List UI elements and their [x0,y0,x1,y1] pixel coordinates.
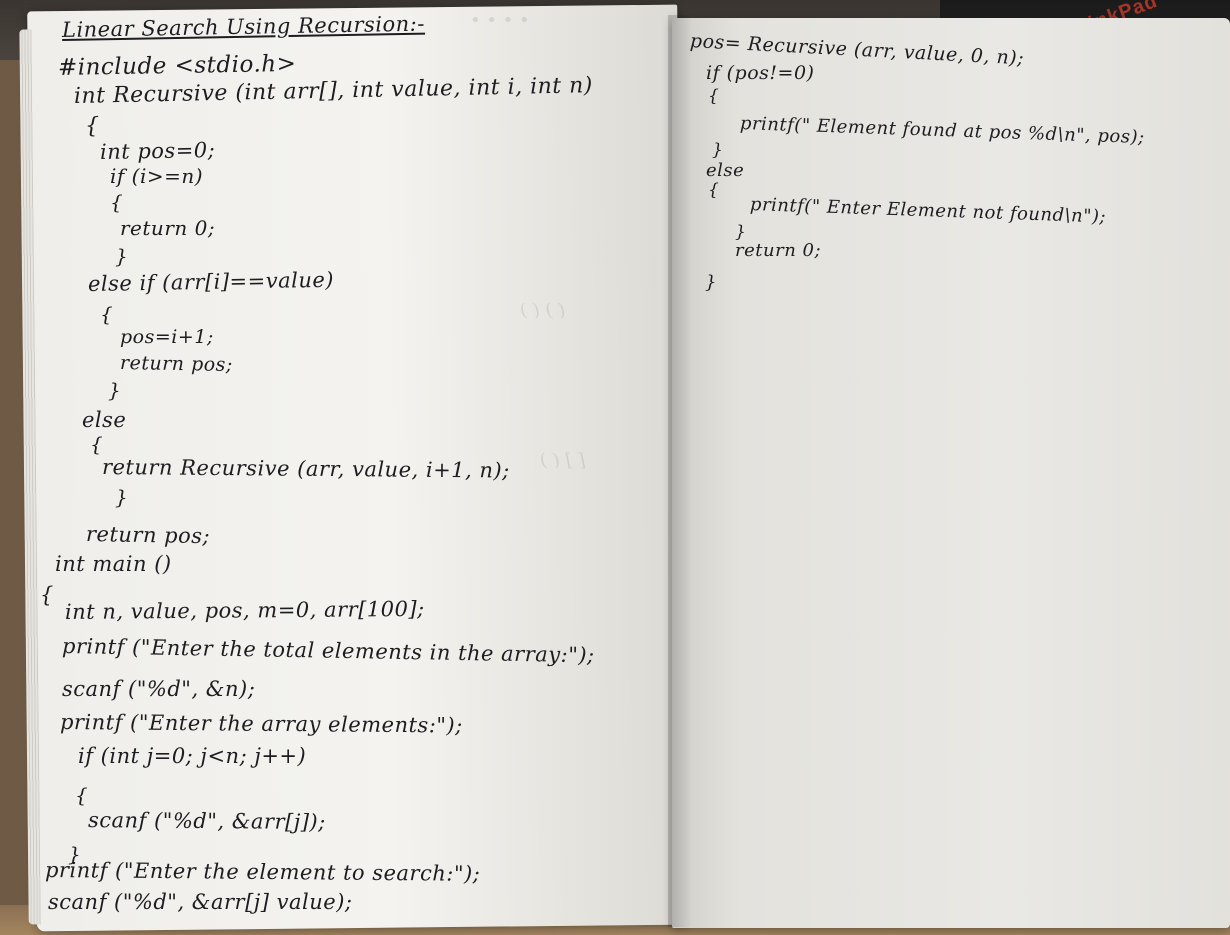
handwritten-code-line: printf ("Enter the element to search:"); [44,858,481,886]
handwritten-code-line: { [75,783,89,807]
handwritten-code-line: return 0; [735,240,822,261]
bleed-through-text: • • • • [470,10,530,31]
handwritten-code-line: scanf ("%d", &arr[j]); [87,808,326,835]
handwritten-code-line: return Recursive (arr, value, i+1, n); [101,455,510,483]
handwritten-code-line: #include <stdio.h> [57,50,297,81]
handwritten-code-line: scanf ("%d", &n); [62,677,256,701]
handwritten-code-line: int pos=0; [99,137,216,164]
handwritten-code-line: } [115,485,129,509]
handwritten-code-line: { [85,114,100,139]
handwritten-code-line: else [706,160,745,181]
handwritten-code-line: } [712,140,724,160]
handwritten-code-line: return 0; [120,216,216,240]
bleed-through-text: [ ] ( ) [540,450,586,471]
handwritten-code-line: return pos; [85,522,211,549]
handwritten-code-line: } [735,222,747,242]
bleed-through-text: ( ) ( ) [520,300,566,321]
notebook-right-page [672,18,1230,928]
handwritten-code-line: else [82,408,127,432]
handwritten-code-line: { [40,583,54,607]
handwritten-code-line: } [108,378,122,402]
handwritten-code-line: } [115,244,129,268]
handwritten-code-line: pos=i+1; [120,326,214,348]
handwritten-code-line: } [705,272,717,293]
handwritten-code-line: { [100,302,114,326]
handwritten-code-line: { [708,180,720,200]
handwritten-code-line: return pos; [119,352,233,376]
handwritten-code-line: { [90,432,104,456]
handwritten-code-line: { [110,190,124,214]
notebook-gutter [668,15,692,927]
handwritten-code-line: scanf ("%d", &arr[j] value); [48,890,353,914]
handwritten-code-line: int main () [55,552,172,576]
handwritten-code-line: int n, value, pos, m=0, arr[100]; [64,596,425,624]
handwritten-code-line: if (i>=n) [110,164,204,188]
handwritten-code-line: { [708,86,720,106]
handwritten-code-line: if (pos!=0) [706,62,815,84]
handwritten-code-line: if (int j=0; j<n; j++) [78,744,307,768]
handwritten-code-line: printf ("Enter the array elements:"); [59,710,463,738]
handwritten-code-line: else if (arr[i]==value) [87,267,335,296]
